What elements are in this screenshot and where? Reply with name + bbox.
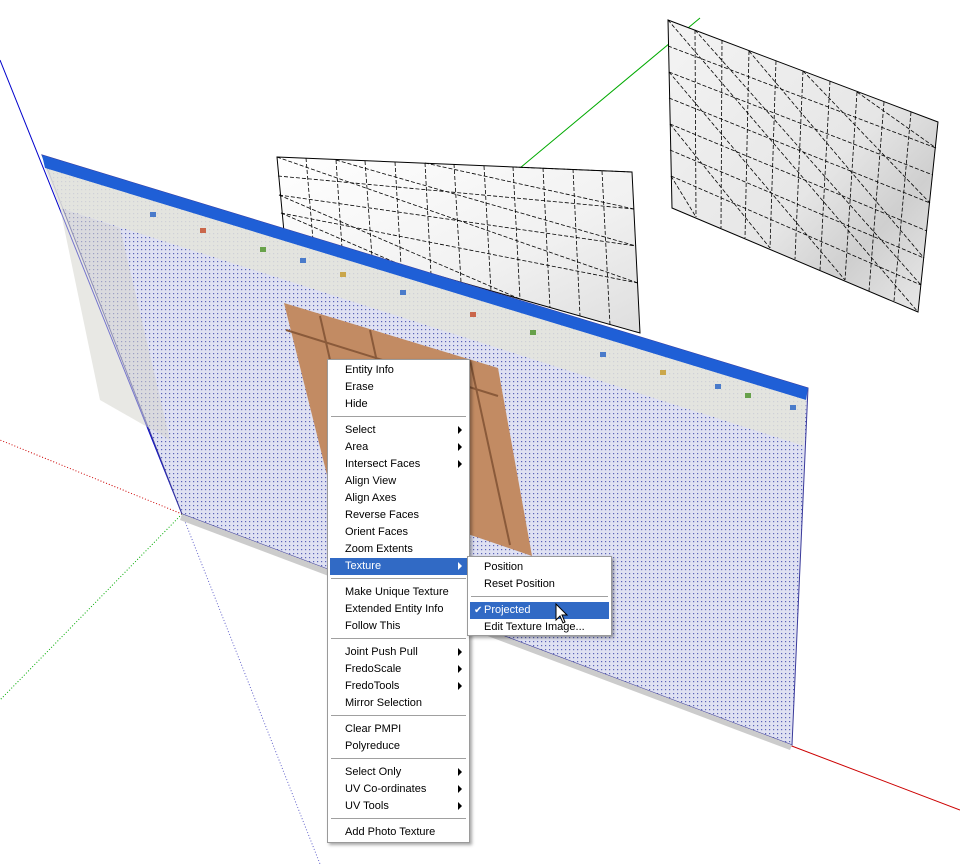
menu-separator (331, 715, 466, 717)
submenu-item-edit-texture-image[interactable]: Edit Texture Image... (470, 619, 609, 636)
menu-item-select[interactable]: Select (330, 422, 467, 439)
menu-item-reverse-faces[interactable]: Reverse Faces (330, 507, 467, 524)
menu-item-orient-faces[interactable]: Orient Faces (330, 524, 467, 541)
menu-item-texture[interactable]: Texture (330, 558, 467, 575)
menu-separator (331, 638, 466, 640)
menu-item-mirror-selection[interactable]: Mirror Selection (330, 695, 467, 712)
menu-item-entity-info[interactable]: Entity Info (330, 362, 467, 379)
menu-item-zoom-extents[interactable]: Zoom Extents (330, 541, 467, 558)
menu-item-area[interactable]: Area (330, 439, 467, 456)
blue-axis-dotted (181, 513, 321, 864)
chevron-right-icon (458, 426, 462, 434)
chevron-right-icon (458, 802, 462, 810)
check-icon: ✔ (474, 605, 483, 616)
menu-item-fredotools[interactable]: FredoTools (330, 678, 467, 695)
menu-item-intersect-faces[interactable]: Intersect Faces (330, 456, 467, 473)
chevron-right-icon (458, 648, 462, 656)
menu-separator (471, 596, 608, 598)
chevron-right-icon (458, 562, 462, 570)
sketchup-viewport[interactable] (0, 0, 960, 864)
menu-item-hide[interactable]: Hide (330, 396, 467, 413)
chevron-right-icon (458, 785, 462, 793)
menu-separator (331, 758, 466, 760)
menu-item-make-unique-texture[interactable]: Make Unique Texture (330, 584, 467, 601)
context-menu: Entity Info Erase Hide Select Area Inter… (327, 359, 470, 843)
menu-separator (331, 416, 466, 418)
red-axis-dotted (0, 439, 183, 515)
mesh-plane-right[interactable] (667, 19, 939, 313)
green-axis-dotted (0, 513, 183, 701)
menu-item-uv-tools[interactable]: UV Tools (330, 798, 467, 815)
chevron-right-icon (458, 682, 462, 690)
texture-submenu: Position Reset Position ✔ Projected Edit … (467, 556, 612, 636)
arrow-cursor-icon (555, 603, 569, 624)
menu-separator (331, 578, 466, 580)
menu-item-align-view[interactable]: Align View (330, 473, 467, 490)
chevron-right-icon (458, 460, 462, 468)
submenu-item-projected[interactable]: ✔ Projected (470, 602, 609, 619)
menu-separator (331, 818, 466, 820)
chevron-right-icon (458, 768, 462, 776)
menu-item-add-photo-texture[interactable]: Add Photo Texture (330, 824, 467, 841)
menu-item-align-axes[interactable]: Align Axes (330, 490, 467, 507)
chevron-right-icon (458, 443, 462, 451)
submenu-item-reset-position[interactable]: Reset Position (470, 576, 609, 593)
menu-item-clear-pmpi[interactable]: Clear PMPI (330, 721, 467, 738)
menu-item-extended-entity-info[interactable]: Extended Entity Info (330, 601, 467, 618)
chevron-right-icon (458, 665, 462, 673)
menu-item-select-only[interactable]: Select Only (330, 764, 467, 781)
submenu-item-position[interactable]: Position (470, 559, 609, 576)
menu-item-uv-coordinates[interactable]: UV Co-ordinates (330, 781, 467, 798)
menu-item-erase[interactable]: Erase (330, 379, 467, 396)
menu-item-follow-this[interactable]: Follow This (330, 618, 467, 635)
menu-item-joint-push-pull[interactable]: Joint Push Pull (330, 644, 467, 661)
menu-item-fredoscale[interactable]: FredoScale (330, 661, 467, 678)
menu-item-polyreduce[interactable]: Polyreduce (330, 738, 467, 755)
